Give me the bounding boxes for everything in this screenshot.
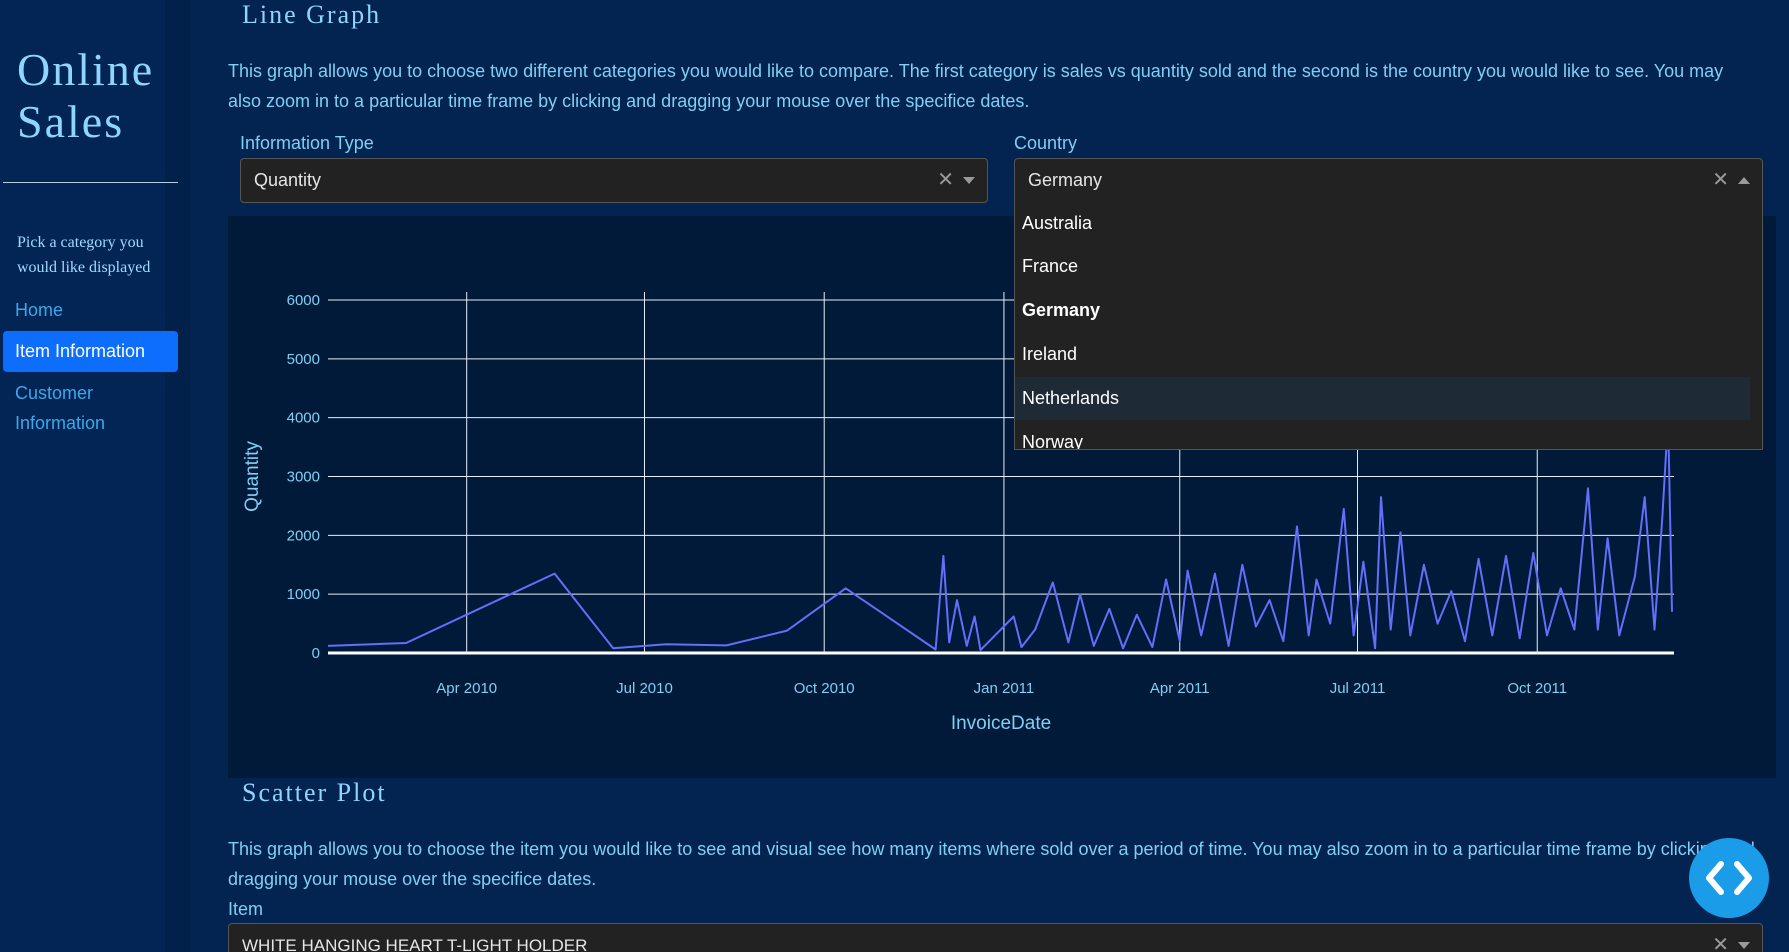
x-icon[interactable]: ✕ — [937, 159, 954, 202]
country-select[interactable]: Germany ✕ — [1014, 158, 1763, 203]
brand-line-1: Online — [17, 44, 155, 95]
nav-item-information[interactable]: Item Information — [3, 331, 178, 372]
item-select[interactable]: WHITE HANGING HEART T-LIGHT HOLDER ✕ — [228, 923, 1763, 952]
country-dropdown-menu[interactable]: Australia France Germany Ireland Netherl… — [1014, 202, 1763, 450]
x-tick-label: Jul 2011 — [1330, 680, 1386, 697]
line-graph-title: Line Graph — [242, 0, 382, 29]
caret-down-icon[interactable] — [1738, 942, 1750, 949]
country-option-norway[interactable]: Norway — [1015, 421, 1750, 449]
scatter-plot-title: Scatter Plot — [242, 778, 387, 807]
y-tick-label: 4000 — [287, 410, 320, 427]
x-tick-label: Oct 2010 — [794, 680, 855, 697]
sidebar-divider — [3, 182, 178, 183]
y-tick-label: 1000 — [287, 586, 320, 603]
country-option-netherlands[interactable]: Netherlands — [1015, 377, 1750, 420]
sidebar-hint: Pick a category you would like displayed — [17, 234, 151, 276]
scatter-plot-description: This graph allows you to choose the item… — [228, 839, 1755, 889]
x-tick-label: Jul 2010 — [616, 680, 673, 697]
y-tick-label: 5000 — [287, 351, 320, 368]
y-tick-label: 6000 — [287, 292, 320, 309]
country-label: Country — [1014, 133, 1078, 153]
nav-home[interactable]: Home — [3, 295, 178, 325]
country-option-france[interactable]: France — [1015, 245, 1750, 288]
sidebar: Online Sales Pick a category you would l… — [0, 0, 190, 952]
x-tick-label: Oct 2011 — [1507, 680, 1567, 697]
brand-line-2: Sales — [17, 96, 125, 147]
information-type-label: Information Type — [240, 133, 374, 153]
country-option-germany[interactable]: Germany — [1015, 289, 1750, 332]
y-axis-title: Quantity — [242, 441, 263, 512]
caret-down-icon[interactable] — [963, 177, 975, 184]
country-option-australia[interactable]: Australia — [1015, 202, 1750, 245]
x-axis-title: InvoiceDate — [951, 713, 1051, 734]
x-tick-label: Apr 2011 — [1150, 680, 1210, 697]
nav-customer-information[interactable]: Customer Information — [3, 378, 153, 438]
information-type-select[interactable]: Quantity ✕ — [240, 158, 988, 203]
x-tick-label: Jan 2011 — [974, 680, 1035, 697]
x-icon[interactable]: ✕ — [1712, 159, 1729, 202]
code-toggle-button[interactable] — [1689, 838, 1769, 918]
country-option-ireland[interactable]: Ireland — [1015, 333, 1750, 376]
x-icon[interactable]: ✕ — [1712, 924, 1729, 952]
information-type-value: Quantity — [254, 170, 322, 190]
y-tick-label: 2000 — [287, 527, 320, 544]
nav-customer-information-label: Customer Information — [15, 383, 106, 433]
y-tick-label: 3000 — [287, 469, 320, 486]
country-value: Germany — [1028, 170, 1103, 190]
item-value: WHITE HANGING HEART T-LIGHT HOLDER — [242, 936, 588, 952]
code-icon — [1706, 861, 1752, 895]
x-tick-label: Apr 2010 — [436, 680, 497, 697]
brand-title: Online Sales — [17, 44, 154, 148]
series-line — [327, 416, 1673, 652]
line-graph-description: This graph allows you to choose two diff… — [228, 61, 1724, 111]
item-label: Item — [228, 899, 264, 919]
y-tick-label: 0 — [312, 645, 320, 662]
caret-up-icon[interactable] — [1738, 177, 1750, 184]
